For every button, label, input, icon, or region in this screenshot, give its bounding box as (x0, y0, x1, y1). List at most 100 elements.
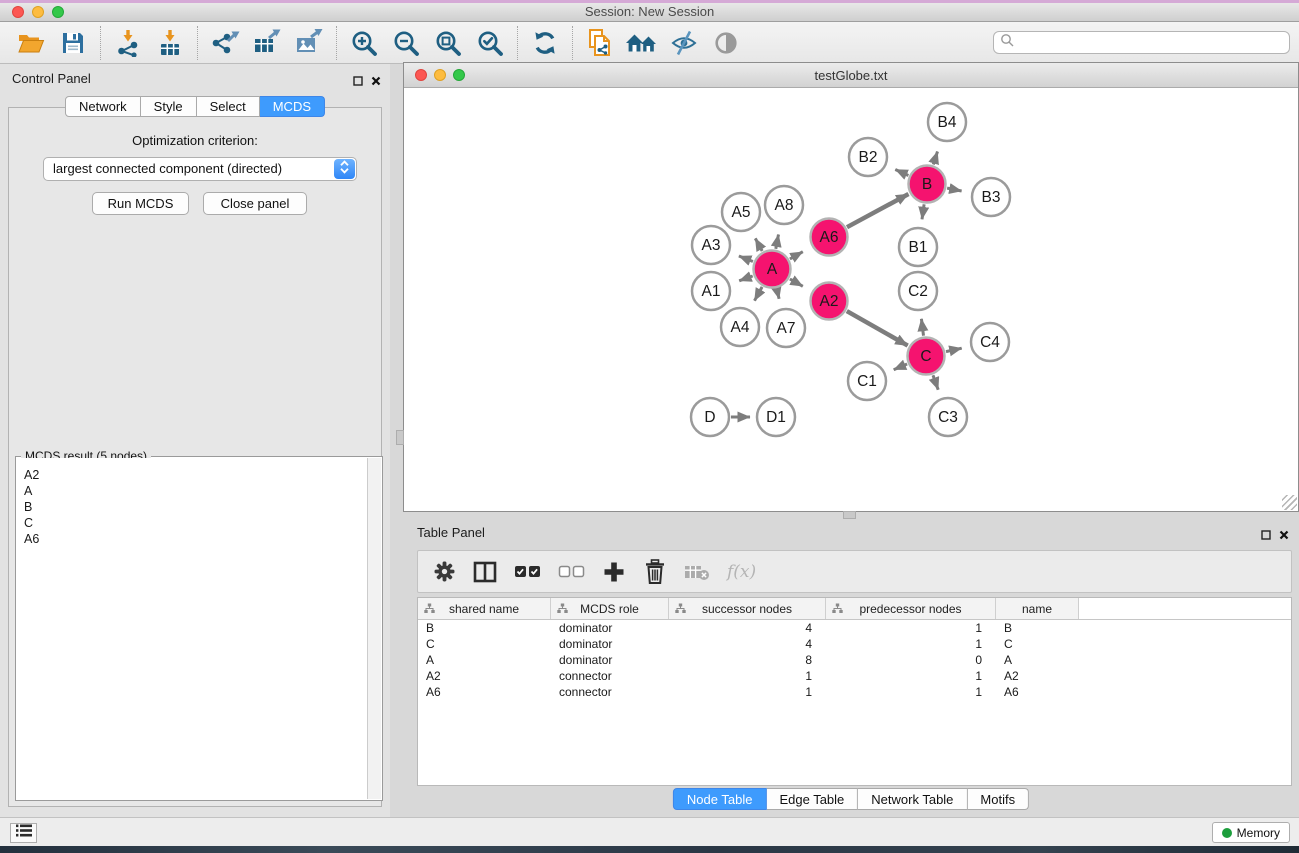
node-A4[interactable]: A4 (721, 308, 759, 346)
node-C3[interactable]: C3 (929, 398, 967, 436)
network-zoom-button[interactable] (453, 69, 465, 81)
search-input[interactable] (1014, 32, 1289, 53)
node-table[interactable]: shared nameMCDS rolesuccessor nodesprede… (417, 597, 1292, 786)
apply-layout-button[interactable] (527, 26, 563, 60)
node-C[interactable]: C (908, 338, 945, 375)
hide-graphics-details-button[interactable] (666, 26, 702, 60)
export-image-button[interactable] (291, 26, 327, 60)
search-box[interactable] (993, 31, 1290, 54)
tab-network[interactable]: Network (65, 96, 141, 117)
copy-style-button[interactable] (582, 26, 618, 60)
node-A[interactable]: A (754, 251, 791, 288)
edge-B-B4[interactable] (933, 152, 937, 165)
network-minimize-button[interactable] (434, 69, 446, 81)
edge-A-A3[interactable] (739, 256, 753, 262)
import-table-button[interactable] (152, 26, 188, 60)
save-session-button[interactable] (55, 26, 91, 60)
mcds-result-list[interactable]: A2ABCA6 (17, 458, 366, 799)
deselect-all-button[interactable] (558, 565, 585, 579)
close-panel-button[interactable]: Close panel (203, 192, 307, 215)
node-C4[interactable]: C4 (971, 323, 1009, 361)
column-header-predecessor-nodes[interactable]: predecessor nodes (826, 598, 996, 619)
tab-style[interactable]: Style (141, 96, 197, 117)
result-item-c[interactable]: C (24, 515, 366, 531)
column-header-successor-nodes[interactable]: successor nodes (669, 598, 826, 619)
edge-C-C2[interactable] (921, 319, 923, 336)
result-item-a6[interactable]: A6 (24, 531, 366, 547)
node-C2[interactable]: C2 (899, 272, 937, 310)
node-A8[interactable]: A8 (765, 186, 803, 224)
node-D[interactable]: D (691, 398, 729, 436)
network-close-button[interactable] (415, 69, 427, 81)
table-row-a6[interactable]: A6connector11A6 (418, 684, 1291, 700)
node-B1[interactable]: B1 (899, 228, 937, 266)
edge-B-B2[interactable] (895, 170, 908, 176)
network-window-titlebar[interactable]: testGlobe.txt (404, 63, 1298, 88)
column-header-shared-name[interactable]: shared name (418, 598, 551, 619)
edge-C-C3[interactable] (933, 375, 938, 389)
node-B[interactable]: B (909, 166, 946, 203)
network-canvas[interactable]: B4 B2 B B3 A5A8A6 A3 B1 A A1 C2 A2 A4A7 C4 C C1 C3 D D1 (404, 88, 1298, 511)
edge-C-C4[interactable] (946, 348, 962, 351)
column-header-MCDS-role[interactable]: MCDS role (551, 598, 669, 619)
edge-A-A1[interactable] (739, 276, 753, 281)
table-close-icon[interactable] (1279, 527, 1289, 545)
node-A2[interactable]: A2 (811, 283, 848, 320)
select-all-button[interactable] (514, 565, 541, 579)
edge-A-A7[interactable] (777, 289, 779, 299)
tab-motifs[interactable]: Motifs (967, 788, 1029, 810)
node-B4[interactable]: B4 (928, 103, 966, 141)
tab-select[interactable]: Select (197, 96, 260, 117)
table-row-b[interactable]: Bdominator41B (418, 620, 1291, 636)
export-network-button[interactable] (207, 26, 243, 60)
zoom-out-button[interactable] (388, 26, 424, 60)
edge-A-A4[interactable] (755, 287, 763, 301)
result-item-b[interactable]: B (24, 499, 366, 515)
edge-C-C1[interactable] (894, 364, 907, 370)
add-row-button[interactable] (602, 561, 626, 583)
tab-edge-table[interactable]: Edge Table (766, 788, 858, 810)
node-A6[interactable]: A6 (811, 219, 848, 256)
edge-A-A2[interactable] (790, 279, 803, 286)
close-panel-icon[interactable] (371, 73, 381, 91)
table-row-a2[interactable]: A2connector11A2 (418, 668, 1291, 684)
import-network-button[interactable] (110, 26, 146, 60)
zoom-fit-button[interactable] (430, 26, 466, 60)
edge-A-A6[interactable] (790, 252, 803, 259)
zoom-in-button[interactable] (346, 26, 382, 60)
column-header-name[interactable]: name (996, 598, 1079, 619)
node-A3[interactable]: A3 (692, 226, 730, 264)
open-session-button[interactable] (13, 26, 49, 60)
node-B3[interactable]: B3 (972, 178, 1010, 216)
edge-A6-B[interactable] (847, 194, 909, 227)
tab-mcds[interactable]: MCDS (260, 96, 325, 117)
resize-grip[interactable] (1282, 495, 1297, 510)
splitter-handle-left[interactable] (396, 430, 404, 445)
delete-row-button[interactable] (643, 559, 667, 584)
node-B2[interactable]: B2 (849, 138, 887, 176)
table-float-icon[interactable] (1261, 527, 1271, 545)
node-D1[interactable]: D1 (757, 398, 795, 436)
column-resize-button[interactable] (473, 561, 497, 583)
edge-A-A8[interactable] (776, 235, 779, 249)
tab-node-table[interactable]: Node Table (673, 788, 767, 810)
table-row-c[interactable]: Cdominator41C (418, 636, 1291, 652)
network-graph[interactable]: B4 B2 B B3 A5A8A6 A3 B1 A A1 C2 A2 A4A7 C4 C C1 C3 D D1 (404, 88, 1298, 511)
edge-B-B1[interactable] (922, 204, 924, 219)
task-history-button[interactable] (10, 823, 37, 843)
memory-button[interactable]: Memory (1212, 822, 1290, 843)
node-C1[interactable]: C1 (848, 362, 886, 400)
network-window-controls[interactable] (415, 69, 465, 81)
zoom-selected-button[interactable] (472, 26, 508, 60)
float-panel-icon[interactable] (353, 73, 363, 91)
edge-B-B3[interactable] (947, 188, 962, 191)
node-A1[interactable]: A1 (692, 272, 730, 310)
export-table-button[interactable] (249, 26, 285, 60)
criterion-dropdown[interactable]: largest connected component (directed) (43, 157, 357, 181)
show-graphics-details-button[interactable] (708, 26, 744, 60)
node-A5[interactable]: A5 (722, 193, 760, 231)
node-A7[interactable]: A7 (767, 309, 805, 347)
edge-A-A5[interactable] (755, 238, 762, 251)
table-row-a[interactable]: Adominator80A (418, 652, 1291, 668)
run-mcds-button[interactable]: Run MCDS (92, 192, 189, 215)
